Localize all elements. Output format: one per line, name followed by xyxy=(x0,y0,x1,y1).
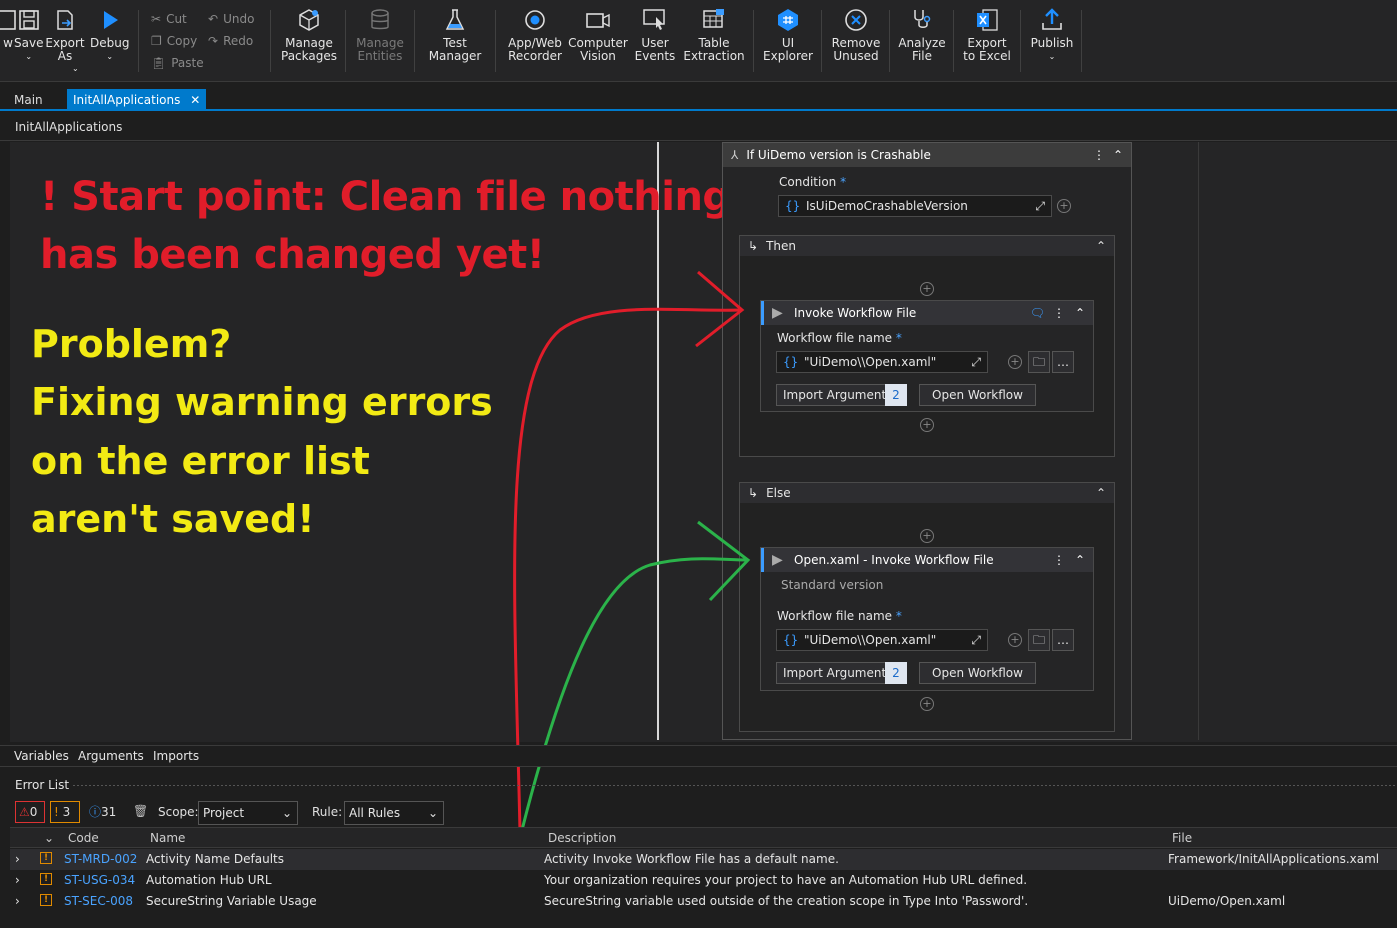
table-row[interactable]: › ! ST-SEC-008 SecureString Variable Usa… xyxy=(10,891,1397,912)
info-filter-toggle[interactable]: ⓘ31 xyxy=(89,801,116,823)
error-list-toolbar: ⚠0 ! 3 ⓘ31 🗑︎ Scope: Project ⌄ Rule: All… xyxy=(10,800,1397,826)
expand-row-icon[interactable]: › xyxy=(15,873,20,887)
table-header: ⌄ Code Name Description File xyxy=(10,827,1397,848)
error-icon: ⚠ xyxy=(19,805,30,819)
panel-grip[interactable] xyxy=(72,784,1397,787)
scope-select[interactable]: Project ⌄ xyxy=(198,801,298,825)
rule-label: Rule: xyxy=(312,805,343,819)
info-icon: ⓘ xyxy=(89,805,102,819)
variables-tabs: Variables Arguments Imports xyxy=(0,745,1397,767)
warnings-filter-toggle[interactable]: ! 3 xyxy=(50,801,80,823)
warning-icon: ! xyxy=(54,805,59,819)
chevron-down-icon: ⌄ xyxy=(427,806,438,820)
table-row[interactable]: › ! ST-MRD-002 Activity Name Defaults Ac… xyxy=(10,849,1397,870)
tab-variables[interactable]: Variables xyxy=(14,749,69,763)
expand-row-icon[interactable]: › xyxy=(15,894,20,908)
sort-icon[interactable]: ⌄ xyxy=(44,831,54,845)
tab-arguments[interactable]: Arguments xyxy=(78,749,144,763)
rule-select[interactable]: All Rules ⌄ xyxy=(344,801,444,825)
trash-icon[interactable]: 🗑︎ xyxy=(133,804,148,818)
chevron-down-icon: ⌄ xyxy=(281,806,292,820)
expand-row-icon[interactable]: › xyxy=(15,852,20,866)
column-name[interactable]: Name xyxy=(150,831,185,845)
column-file[interactable]: File xyxy=(1172,831,1192,845)
column-description[interactable]: Description xyxy=(548,831,616,845)
column-code[interactable]: Code xyxy=(68,831,99,845)
scope-label: Scope: xyxy=(158,805,199,819)
error-list-table: ⌄ Code Name Description File › ! ST-MRD-… xyxy=(10,827,1397,928)
warning-icon: ! xyxy=(40,873,52,885)
table-row[interactable]: › ! ST-USG-034 Automation Hub URL Your o… xyxy=(10,870,1397,891)
error-list-header: Error List xyxy=(10,775,1397,795)
warning-icon: ! xyxy=(40,894,52,906)
tab-imports[interactable]: Imports xyxy=(153,749,199,763)
errors-filter-toggle[interactable]: ⚠0 xyxy=(15,801,45,823)
warning-icon: ! xyxy=(40,852,52,864)
